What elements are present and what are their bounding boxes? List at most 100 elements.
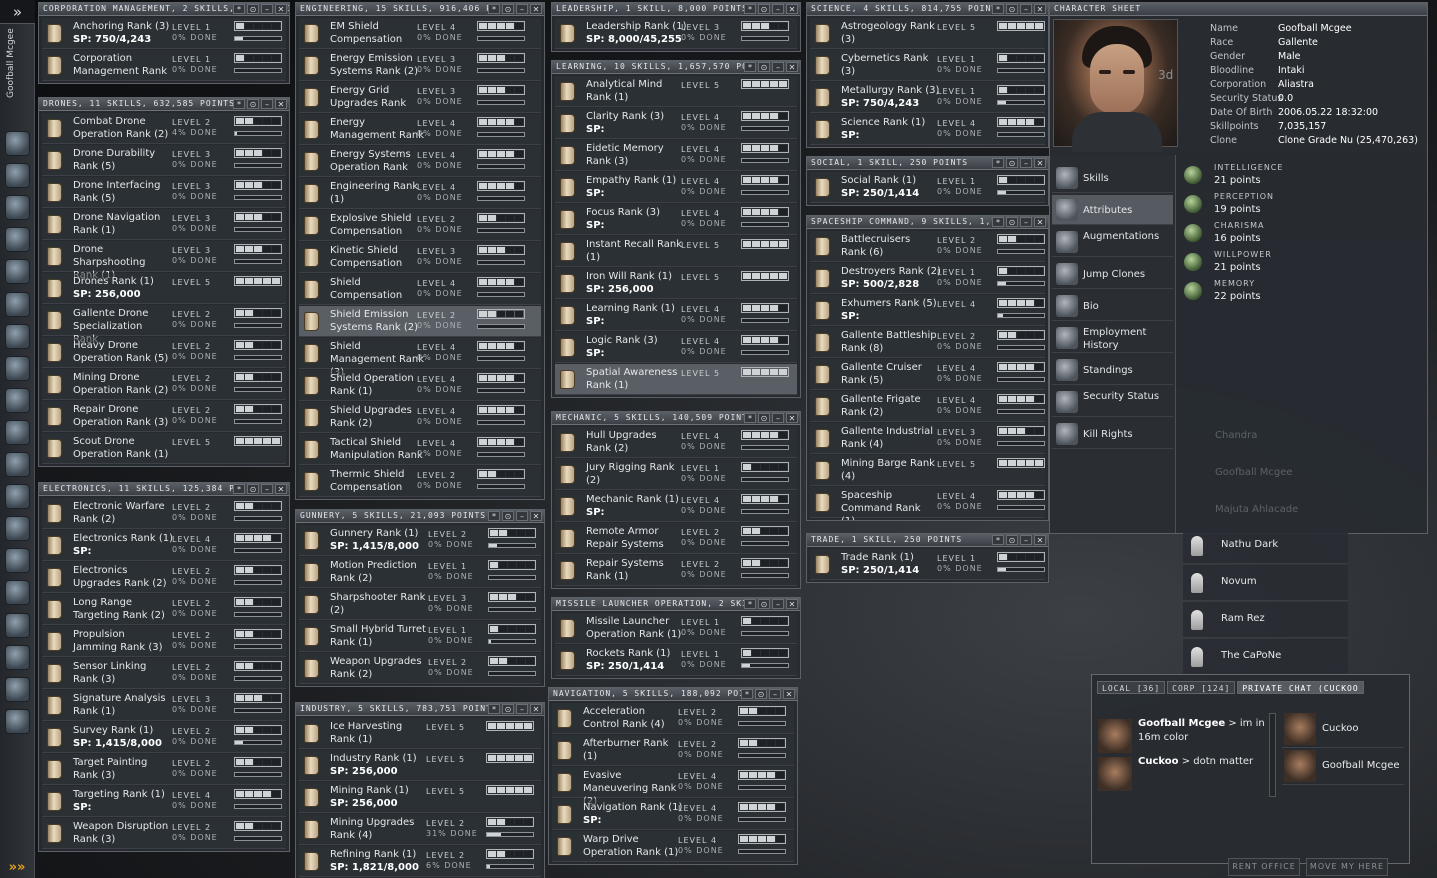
skill-row[interactable]: Energy Grid Upgrades Rank LEVEL 3 0% DONE xyxy=(299,82,541,113)
window-header[interactable]: Science, 4 skills, 814,755 points * ⊙ – ✕ xyxy=(807,3,1048,16)
neocom-app-icon[interactable] xyxy=(5,323,30,349)
minimize-button[interactable]: – xyxy=(1020,217,1032,227)
skill-row[interactable]: Tactical Shield Manipulation Rank LEVEL 4… xyxy=(299,434,541,465)
skill-row[interactable]: Shield Upgrades Rank (2) LEVEL 4 0% DONE xyxy=(299,402,541,433)
people-list-item[interactable]: Ram Rez xyxy=(1183,602,1348,638)
minimize-button[interactable]: – xyxy=(516,704,528,714)
sheet-nav-standings[interactable]: Standings xyxy=(1052,355,1173,385)
skill-row[interactable]: Weapon Disruption Rank (3) LEVEL 2 0% DONE xyxy=(42,818,286,849)
neocom-app-icon[interactable] xyxy=(5,612,30,638)
skill-row[interactable]: Engineering Rank (1) LEVEL 4 0% DONE xyxy=(299,178,541,209)
skill-row[interactable]: Spatial Awareness Rank (1) LEVEL 5 xyxy=(555,364,797,395)
skill-row[interactable]: Cybernetics Rank (3) LEVEL 1 0% DONE xyxy=(810,50,1045,81)
minimize-button[interactable]: – xyxy=(772,4,784,14)
skill-row[interactable]: Ice Harvesting Rank (1) LEVEL 5 xyxy=(299,718,541,749)
neocom-app-icon[interactable] xyxy=(5,227,30,253)
pin-button[interactable]: * xyxy=(992,4,1004,14)
neocom-app-icon[interactable] xyxy=(5,452,30,477)
skill-row[interactable]: Shield Management Rank (3)LEVEL 40% DONE xyxy=(299,338,541,378)
minimize-button[interactable]: – xyxy=(772,62,784,72)
pin-button[interactable]: * xyxy=(744,599,756,609)
skill-row[interactable]: Science Rank (1) SP: LEVEL 4 0% DONE xyxy=(810,114,1045,145)
neocom-app-icon[interactable] xyxy=(5,516,30,542)
skill-row[interactable]: Acceleration Control Rank (4) LEVEL 2 0% D… xyxy=(552,703,794,734)
pin-button[interactable]: * xyxy=(992,535,1004,545)
people-list-item[interactable]: Novum xyxy=(1183,565,1348,601)
window-header[interactable]: Navigation, 5 skills, 188,092 points * ⊙ – ✕ xyxy=(549,688,797,701)
minimize-toggle-button[interactable]: ⊙ xyxy=(758,599,770,609)
minimize-toggle-button[interactable]: ⊙ xyxy=(758,4,770,14)
message-author[interactable]: Goofball Mcgee xyxy=(1138,718,1225,729)
sheet-nav-bio[interactable]: Bio xyxy=(1052,291,1173,321)
skill-row[interactable]: Mining Upgrades Rank (4) LEVEL 2 31% DONE xyxy=(299,814,541,845)
minimize-toggle-button[interactable]: ⊙ xyxy=(1006,4,1018,14)
pin-button[interactable]: * xyxy=(488,704,500,714)
skill-row[interactable]: Scout Drone Operation Rank (1) LEVEL 5 xyxy=(42,433,286,464)
skill-row[interactable]: Explosive Shield Compensation LEVEL 2 0% D… xyxy=(299,210,541,241)
minimize-button[interactable]: – xyxy=(772,413,784,423)
skill-row[interactable]: Repair Drone Operation Rank (3) LEVEL 2 0%… xyxy=(42,401,286,432)
skill-row[interactable]: Gallente Industrial Rank (4) LEVEL 3 0% DO… xyxy=(810,423,1045,454)
skill-row[interactable]: Heavy Drone Operation Rank (5) LEVEL 2 0% … xyxy=(42,337,286,368)
skill-row[interactable]: Gunnery Rank (1) SP: 1,415/8,000 LEVEL 2 0%… xyxy=(299,525,541,556)
window-header[interactable]: Mechanic, 5 skills, 140,509 points * ⊙ – ✕ xyxy=(552,412,800,425)
skill-row[interactable]: Combat Drone Operation Rank (2) LEVEL 2 4%… xyxy=(42,113,286,144)
rent-office-button[interactable]: RENT OFFICE xyxy=(1228,858,1300,876)
skill-row[interactable]: Survey Rank (1) SP: 1,415/8,000 LEVEL 2 0% … xyxy=(42,722,286,753)
close-button[interactable]: ✕ xyxy=(786,413,798,423)
skill-row[interactable]: Mining Barge Rank (4) LEVEL 5 xyxy=(810,455,1045,486)
skill-row[interactable]: Energy Emission Systems Rank (2) LEVEL 30… xyxy=(299,50,541,81)
skill-row[interactable]: Thermic Shield Compensation LEVEL 2 0% DON… xyxy=(299,466,541,497)
sheet-nav-augmentations[interactable]: Augmentations xyxy=(1052,227,1173,257)
skill-row[interactable]: Targeting Rank (1) SP: LEVEL 4 0% DONE xyxy=(42,786,286,817)
close-button[interactable]: ✕ xyxy=(275,484,287,494)
skill-row[interactable]: Weapon Upgrades Rank (2) LEVEL 2 0% DONE xyxy=(299,653,541,684)
pin-button[interactable]: * xyxy=(233,99,245,109)
sheet-nav-attributes[interactable]: Attributes xyxy=(1052,195,1173,225)
minimize-toggle-button[interactable]: ⊙ xyxy=(1006,158,1018,168)
pin-button[interactable]: * xyxy=(233,4,245,14)
sheet-nav-security-status[interactable]: Security Status xyxy=(1052,387,1173,417)
skill-row[interactable]: Motion Prediction Rank (2) LEVEL 1 0% DONE xyxy=(299,557,541,588)
skill-row[interactable]: Instant Recall Rank (1) LEVEL 5 xyxy=(555,236,797,267)
skill-row[interactable]: Remote Armor Repair Systems LEVEL 2 0% DON… xyxy=(555,523,797,554)
close-button[interactable]: ✕ xyxy=(783,689,795,699)
window-header[interactable]: Character Sheet xyxy=(1050,3,1427,16)
pin-button[interactable]: * xyxy=(744,62,756,72)
chat-tab[interactable]: LOCAL [36] xyxy=(1097,681,1166,694)
neocom-app-icon[interactable] xyxy=(5,676,30,702)
skill-row[interactable]: Repair Systems Rank (1) LEVEL 2 0% DONE xyxy=(555,555,797,586)
people-list-item[interactable]: Nathu Dark xyxy=(1183,528,1348,564)
skill-row[interactable]: Learning Rank (1) SP: LEVEL 4 0% DONE xyxy=(555,300,797,331)
chat-tab[interactable]: CORP [124] xyxy=(1167,681,1236,694)
window-header[interactable]: Learning, 10 skills, 1,657,570 points * ⊙ –… xyxy=(552,61,800,74)
skill-row[interactable]: Kinetic Shield Compensation LEVEL 3 0% DON… xyxy=(299,242,541,273)
sheet-nav-employment-history[interactable]: Employment History xyxy=(1052,323,1173,353)
skill-row[interactable]: Shield Operation Rank (1) LEVEL 4 0% DONE xyxy=(299,370,541,401)
window-header[interactable]: Social, 1 skill, 250 points * ⊙ – ✕ xyxy=(807,157,1048,170)
minimize-button[interactable]: – xyxy=(516,4,528,14)
message-author[interactable]: Cuckoo xyxy=(1138,756,1179,767)
pin-button[interactable]: * xyxy=(992,158,1004,168)
sheet-nav-skills[interactable]: Skills xyxy=(1052,163,1173,193)
skill-row[interactable]: Drones Rank (1) SP: 256,000 LEVEL 5 xyxy=(42,273,286,304)
skill-row[interactable]: Drone Interfacing Rank (5) LEVEL 3 0% DONE xyxy=(42,177,286,208)
neocom-app-icon[interactable] xyxy=(5,291,30,317)
window-header[interactable]: Leadership, 1 skill, 8,000 points * ⊙ – ✕ xyxy=(552,3,800,16)
sheet-nav-kill-rights[interactable]: Kill Rights xyxy=(1052,419,1173,449)
skill-row[interactable]: Drone Navigation Rank (1) LEVEL 3 0% DONE xyxy=(42,209,286,240)
minimize-button[interactable]: – xyxy=(1020,158,1032,168)
window-header[interactable]: Engineering, 15 skills, 916,406 points * ⊙… xyxy=(296,3,544,16)
window-header[interactable]: Electronics, 11 skills, 125,384 points * ⊙… xyxy=(39,483,289,496)
skill-row[interactable]: Gallente Battleship Rank (8) LEVEL 2 0% DO… xyxy=(810,327,1045,358)
chat-tab[interactable]: PRIVATE CHAT (CUCKOO xyxy=(1237,681,1364,694)
neocom-app-icon[interactable] xyxy=(5,387,30,413)
people-list-item[interactable]: The CaPoNe xyxy=(1183,639,1348,675)
skill-row[interactable]: Mining Rank (1) SP: 256,000 LEVEL 5 xyxy=(299,782,541,813)
skill-row[interactable]: Social Rank (1) SP: 250/1,414 LEVEL 1 0% DO… xyxy=(810,172,1045,203)
sheet-nav-jump-clones[interactable]: Jump Clones xyxy=(1052,259,1173,289)
skill-row[interactable]: Iron Will Rank (1) SP: 256,000 LEVEL 5 xyxy=(555,268,797,299)
window-header[interactable]: Gunnery, 5 skills, 21,093 points * ⊙ – ✕ xyxy=(296,510,544,523)
skill-row[interactable]: Signature Analysis Rank (1) LEVEL 3 0% DON… xyxy=(42,690,286,721)
chat-scrollbar[interactable] xyxy=(1269,713,1276,797)
